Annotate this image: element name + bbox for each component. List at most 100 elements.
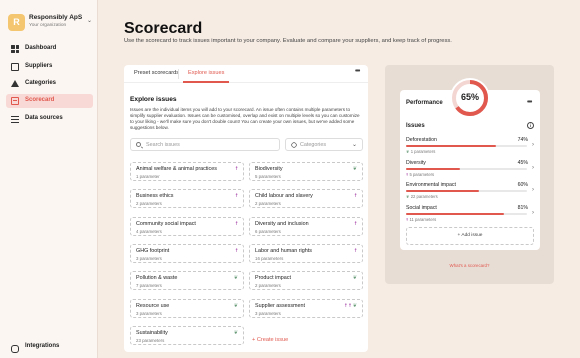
- performance-issue-percent: 74%: [517, 137, 528, 143]
- performance-issue-name: Environmental impact: [406, 182, 456, 188]
- performance-issue-percent: 81%: [517, 204, 528, 211]
- issue-tile[interactable]: Diversity and inclusion 6 parameters ☨: [249, 216, 363, 236]
- issue-name: Community social impact: [136, 220, 196, 227]
- more-options-icon[interactable]: •••: [355, 68, 360, 75]
- chevron-right-icon: ›: [532, 187, 534, 193]
- issue-parameter-count: 3 parameters: [255, 310, 281, 316]
- performance-row[interactable]: Environmental impact 60% ❦ 22 parameters ›: [406, 182, 534, 202]
- chevron-right-icon: ›: [532, 164, 534, 171]
- tab-preset-scorecards[interactable]: Preset scorecards: [134, 70, 179, 76]
- search-field[interactable]: [130, 138, 280, 151]
- leaf-badge-icon: ❦: [352, 275, 357, 282]
- performance-row[interactable]: Social impact 81% ☨ 11 parameters ›: [406, 205, 534, 225]
- performance-issue-parameters: ☨ 11 parameters: [406, 217, 436, 222]
- performance-row[interactable]: Diversity 45% ☨ 5 parameters ›: [406, 160, 534, 180]
- explore-title: Explore issues: [130, 96, 177, 103]
- performance-issue-percent: 60%: [517, 182, 528, 188]
- sidebar: R Responsibly ApS Your organization ⌄ Da…: [0, 0, 98, 358]
- issue-parameter-count: 3 parameters: [136, 255, 162, 261]
- issue-tile[interactable]: GHG footprint 3 parameters ☨: [130, 243, 244, 263]
- dashboard-icon: [11, 45, 19, 53]
- create-issue-button[interactable]: + Create issue: [252, 337, 288, 343]
- suppliers-icon: [11, 63, 19, 71]
- mixed-badge-icon: ☨: [406, 216, 409, 222]
- sidebar-item-dashboard[interactable]: Dashboard: [6, 42, 93, 56]
- person-badge-icon: ☨: [235, 193, 238, 200]
- issue-name: Diversity and inclusion: [255, 220, 309, 227]
- parameter-count: 11 parameters: [409, 216, 437, 222]
- issue-tile[interactable]: Community social impact 4 parameters ☨: [130, 216, 244, 236]
- add-issue-button[interactable]: + Add issue: [406, 227, 534, 245]
- progress-fill: [406, 190, 479, 192]
- person-badge-icon: ☨: [354, 193, 357, 200]
- person-badge-icon: ☨: [406, 171, 409, 177]
- performance-issue-name: Social impact: [406, 204, 437, 211]
- progress-fill: [406, 145, 496, 147]
- issue-parameter-count: 2 parameters: [255, 283, 281, 289]
- issue-parameter-count: 4 parameters: [136, 228, 162, 234]
- leaf-badge-icon: ❦: [406, 149, 410, 154]
- sidebar-item-integrations[interactable]: Integrations: [6, 340, 93, 354]
- info-icon[interactable]: i: [527, 122, 534, 129]
- issue-name: Child labour and slavery: [255, 193, 313, 200]
- person-badge-icon: ☨: [235, 220, 238, 227]
- org-subtitle: Your organization: [29, 23, 67, 28]
- progress-track: [406, 212, 527, 215]
- sidebar-item-data-sources[interactable]: Data sources: [6, 112, 93, 126]
- performance-row[interactable]: Deforestation 74% ❦ 1 parameters ›: [406, 137, 534, 157]
- whats-a-scorecard-link[interactable]: What's a scorecard?: [385, 263, 554, 268]
- categories-icon: [11, 80, 19, 88]
- issue-name: Product impact: [255, 275, 291, 282]
- issue-tile[interactable]: Child labour and slavery 2 parameters ☨: [249, 189, 363, 209]
- performance-menu-icon[interactable]: •••: [527, 99, 532, 106]
- search-icon: [136, 142, 141, 147]
- issue-tile[interactable]: Resource use 3 parameters ❦: [130, 298, 244, 318]
- issue-parameter-count: 23 parameters: [136, 337, 165, 343]
- issue-tile[interactable]: Business ethics 2 parameters ☨: [130, 189, 244, 209]
- issue-name: Pollution & waste: [136, 275, 178, 282]
- issue-tile[interactable]: Pollution & waste 7 parameters ❦: [130, 271, 244, 291]
- issue-tile[interactable]: Supplier assessment 3 parameters ☨ ☨ ❦: [249, 298, 363, 318]
- performance-issue-percent: 45%: [517, 159, 528, 166]
- issue-tile[interactable]: Animal welfare & animal practices 1 param…: [130, 162, 244, 181]
- leaf-badge-icon: ❦: [352, 166, 357, 172]
- issues-label: Issues: [406, 123, 425, 129]
- issue-tile[interactable]: Product impact 2 parameters ❦: [249, 271, 363, 291]
- issue-parameter-count: 5 parameters: [255, 174, 281, 179]
- sidebar-item-label: Integrations: [25, 343, 60, 349]
- performance-issue-name: Diversity: [406, 159, 426, 166]
- sidebar-item-label: Scorecard: [25, 97, 55, 103]
- leaf-badge-icon: ❦: [406, 194, 410, 199]
- tab-explore-issues[interactable]: Explore issues: [188, 70, 224, 76]
- issue-parameter-count: 3 parameters: [136, 310, 162, 316]
- org-name: Responsibly ApS: [29, 14, 83, 21]
- issue-tile[interactable]: Sustainability 23 parameters ❦: [130, 325, 244, 345]
- performance-issue-parameters: ❦ 1 parameters: [406, 149, 435, 154]
- sidebar-item-scorecard[interactable]: Scorecard: [6, 94, 93, 108]
- categories-select-label: Categories: [300, 142, 327, 148]
- sidebar-item-categories[interactable]: Categories: [6, 77, 93, 91]
- issue-parameter-count: 1 parameter: [136, 174, 160, 179]
- active-tab-indicator: [183, 81, 229, 83]
- explore-card: Preset scorecards Explore issues ••• Exp…: [124, 65, 368, 352]
- issue-parameter-count: 2 parameters: [255, 201, 281, 207]
- sidebar-item-label: Dashboard: [25, 45, 57, 51]
- leaf-badge-icon: ❦: [233, 302, 238, 309]
- mixed-badge-icon: ☨ ☨ ❦: [344, 302, 357, 309]
- performance-card: Performance 65% ••• Issues i Deforestati…: [400, 78, 540, 250]
- page-description: Use the scorecard to track issues import…: [124, 38, 452, 44]
- categories-select[interactable]: Categories ⌄: [285, 138, 363, 151]
- issue-tile[interactable]: Labor and human rights 16 parameters ☨: [249, 243, 363, 263]
- issue-name: GHG footprint: [136, 247, 170, 254]
- parameter-count: 5 parameters: [409, 171, 435, 177]
- org-switcher[interactable]: R Responsibly ApS Your organization ⌄: [8, 13, 94, 35]
- issue-name: Biodiversity: [255, 166, 283, 172]
- sidebar-item-suppliers[interactable]: Suppliers: [6, 60, 93, 74]
- progress-track: [406, 167, 527, 170]
- issue-tile[interactable]: Biodiversity 5 parameters ❦: [249, 162, 363, 181]
- issue-name: Labor and human rights: [255, 247, 312, 254]
- search-input[interactable]: [146, 141, 274, 149]
- issue-parameter-count: 6 parameters: [255, 228, 281, 234]
- tab-divider: [178, 69, 179, 79]
- issue-parameter-count: 16 parameters: [255, 255, 284, 261]
